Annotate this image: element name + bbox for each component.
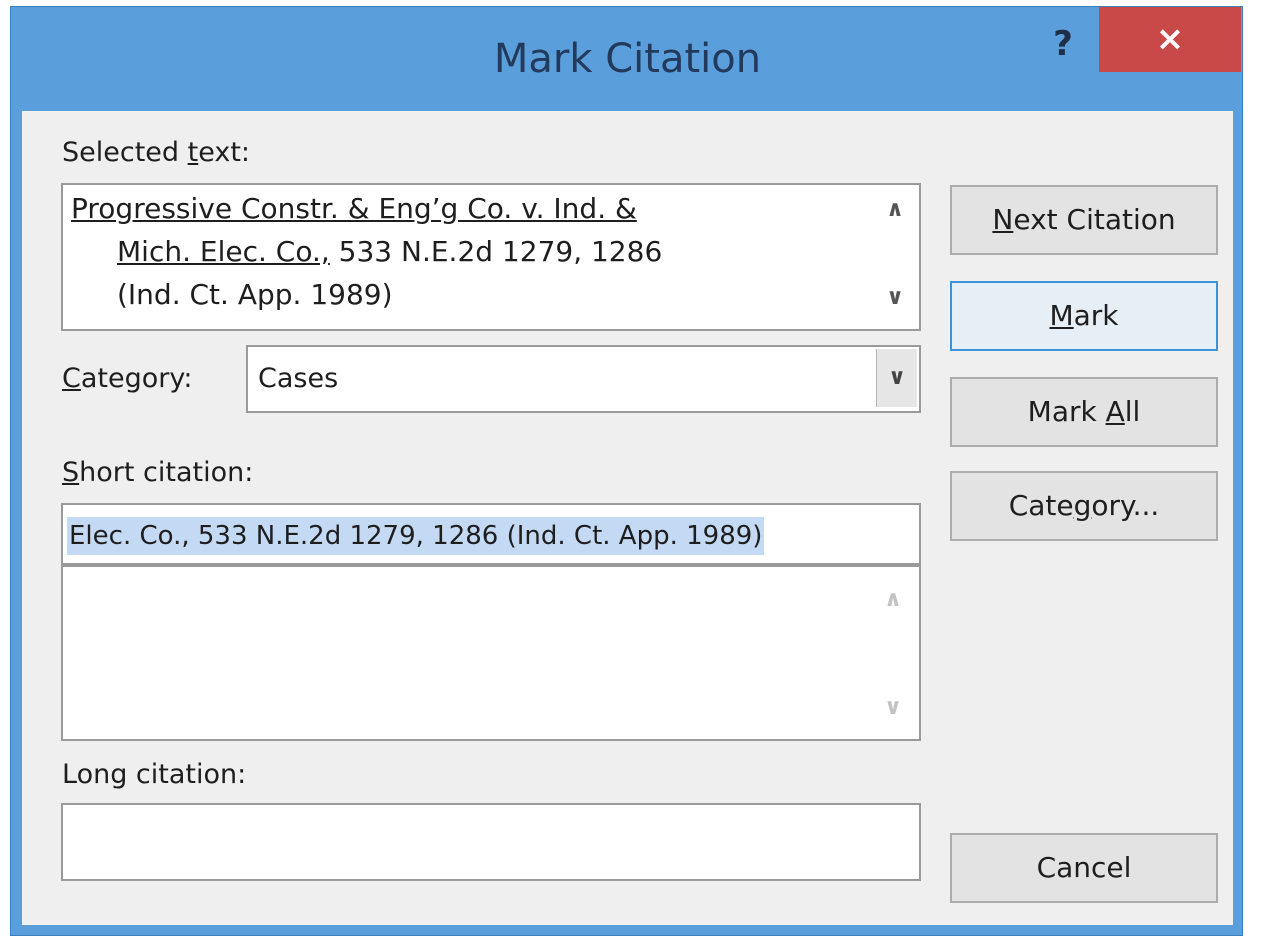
category-select[interactable]: Cases ∨ [246,345,921,413]
long-citation-input[interactable] [61,803,921,881]
mark-button[interactable]: Mark [950,281,1218,351]
category-button-mnemonic: g [1073,489,1092,522]
scroll-down-icon[interactable]: ∨ [875,695,911,720]
mark-all-button[interactable]: Mark All [950,377,1218,447]
mark-all-label-end: ll [1124,395,1141,428]
selected-text-content: Progressive Constr. & Eng’g Co. v. Ind. … [71,187,861,316]
short-citation-label-mnemonic: S [62,457,80,488]
selected-text-label-mnemonic: t [187,137,199,168]
close-button[interactable]: × [1099,7,1241,72]
selected-text-box[interactable]: Progressive Constr. & Eng’g Co. v. Ind. … [61,183,921,331]
selected-text-line-2-underlined: Mich. Elec. Co., [117,235,330,268]
short-citation-label: Short citation: [62,457,253,488]
next-citation-label: ext Citation [1013,203,1176,236]
selected-text-line-3: (Ind. Ct. App. 1989) [117,278,393,311]
help-button[interactable]: ? [1038,21,1088,67]
scroll-up-icon[interactable]: ∧ [877,197,913,222]
selected-text-label-end: ext: [198,137,251,168]
mark-all-label-start: Mark [1027,395,1106,428]
chevron-down-icon[interactable]: ∨ [876,349,917,407]
mark-mnemonic: M [1049,299,1074,332]
selected-text-label-start: Selected [62,137,188,168]
category-button[interactable]: Category... [950,471,1218,541]
category-button-label-end: ory... [1091,489,1160,522]
dialog-body: Selected text: Progressive Constr. & Eng… [22,111,1233,925]
close-icon: × [1155,19,1185,59]
scroll-down-icon[interactable]: ∨ [877,285,913,310]
mark-citation-dialog: Mark Citation ? × Selected text: Progres… [10,6,1243,936]
selected-text-line-2: Mich. Elec. Co., 533 N.E.2d 1279, 1286 [71,230,861,273]
short-citation-label-rest: hort citation: [79,457,254,488]
cancel-button[interactable]: Cancel [950,833,1218,903]
category-button-label-start: Cate [1008,489,1074,522]
short-citation-input[interactable]: Elec. Co., 533 N.E.2d 1279, 1286 (Ind. C… [61,503,921,565]
category-label-rest: ategory: [80,363,193,394]
selected-text-label: Selected text: [62,137,250,168]
category-value: Cases [258,363,339,394]
category-label-mnemonic: C [62,363,81,394]
long-citation-label: Long citation: [62,759,247,790]
short-citation-value: Elec. Co., 533 N.E.2d 1279, 1286 (Ind. C… [67,517,765,555]
mark-label: ark [1073,299,1119,332]
category-label: Category: [62,363,192,394]
scroll-up-icon[interactable]: ∧ [875,587,911,612]
selected-text-line-2-rest: 533 N.E.2d 1279, 1286 [329,235,663,268]
selected-text-line-1: Progressive Constr. & Eng’g Co. v. Ind. … [71,192,637,225]
short-citation-list[interactable]: ∧ ∨ [61,565,921,741]
mark-all-mnemonic: A [1105,395,1125,428]
next-citation-button[interactable]: Next Citation [950,185,1218,255]
next-citation-mnemonic: N [992,203,1014,236]
